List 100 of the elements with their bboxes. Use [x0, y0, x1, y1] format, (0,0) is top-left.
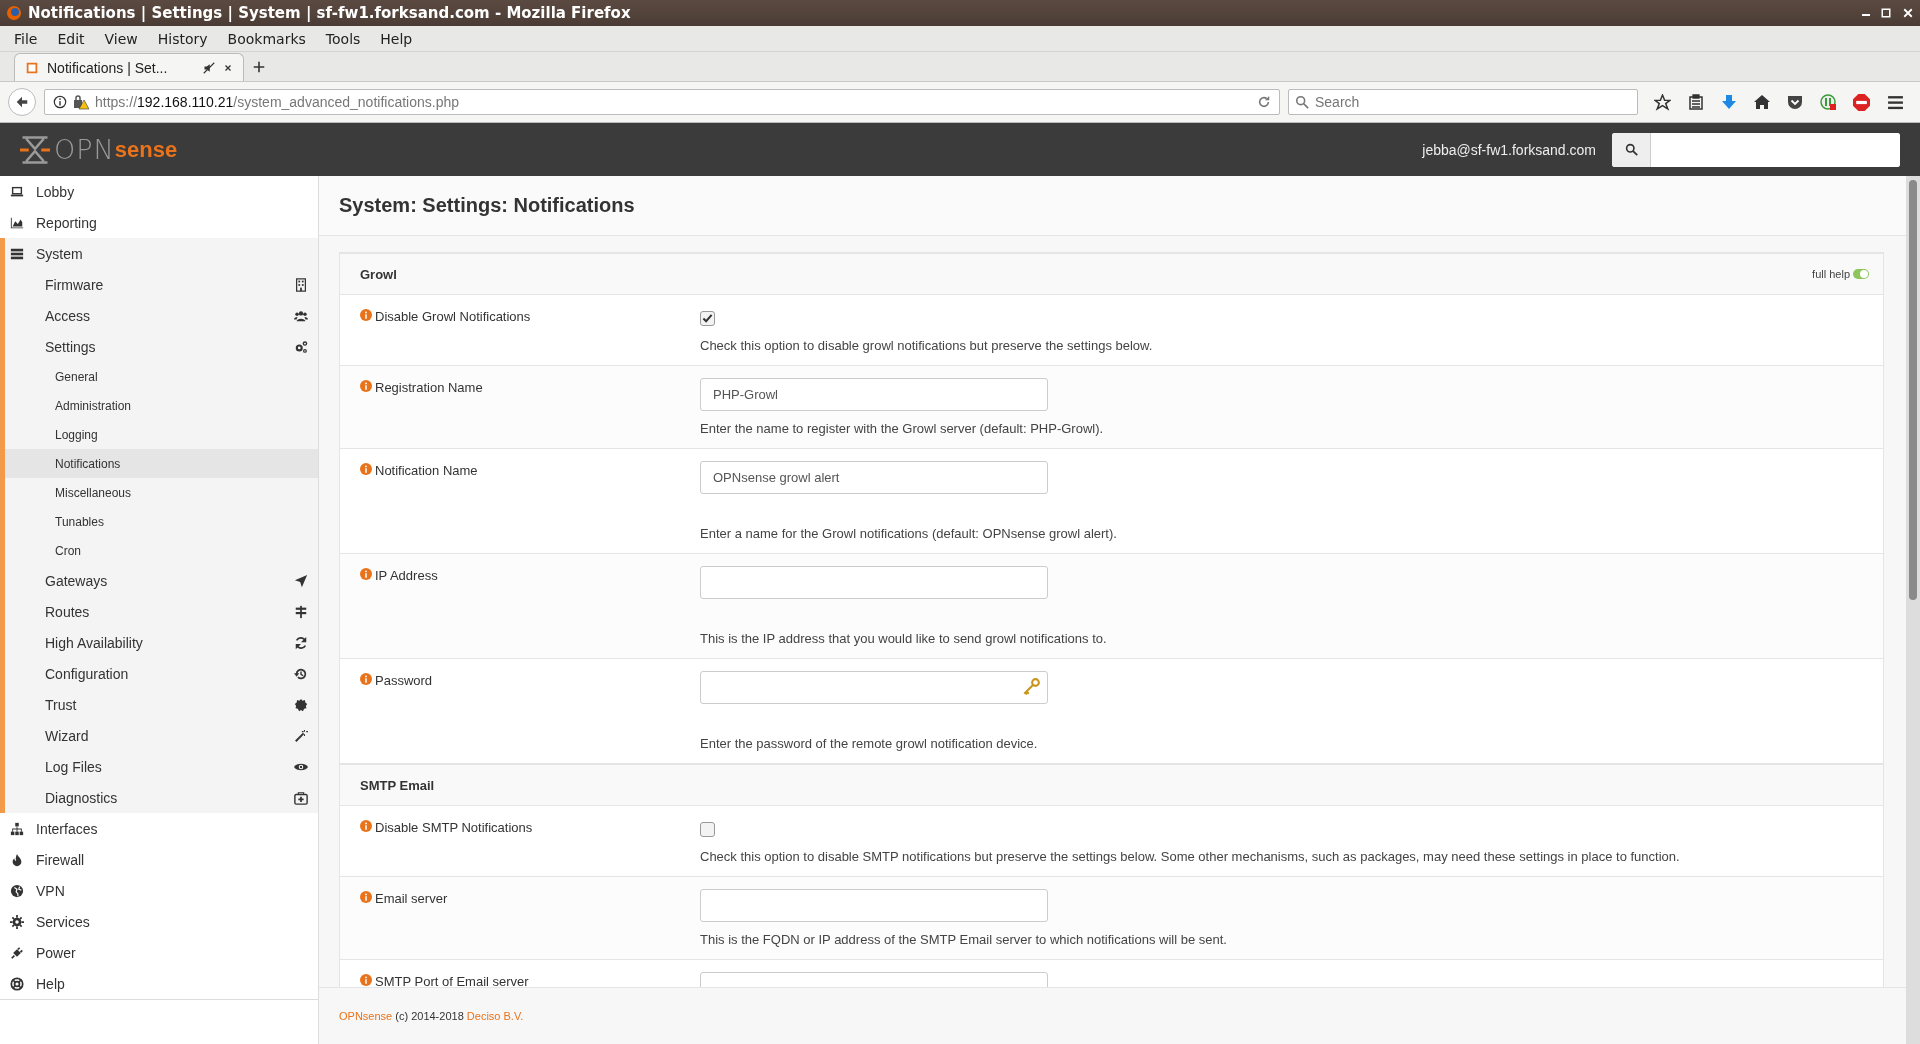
field-label: Disable Growl Notifications [375, 309, 531, 324]
url-text: https://192.168.110.21/system_advanced_notifications.php [95, 94, 460, 110]
laptop-icon [10, 184, 24, 199]
info-icon [360, 309, 372, 321]
sidebar-item[interactable]: Interfaces [0, 813, 318, 844]
info-icon [360, 463, 372, 475]
menu-item[interactable]: Help [372, 28, 421, 49]
help-text: Check this option to disable growl notifications but preserve the settings below. [700, 338, 1153, 353]
text-field[interactable] [700, 566, 1048, 599]
field-label: Email server [375, 891, 448, 906]
close-icon [223, 62, 233, 73]
sidebar-item[interactable]: VPN [0, 875, 318, 906]
help-text: Check this option to disable SMTP notifications but preserve the settings below. Some other mechanisms, such as packages, may need these settings in place to function. [700, 849, 1680, 864]
browser-tab[interactable]: Notifications | Set... [14, 53, 244, 81]
new-tab-icon [252, 60, 266, 74]
search-button[interactable] [1612, 132, 1651, 167]
sidebar-item[interactable]: Trust [5, 689, 318, 720]
refresh-icon [294, 635, 308, 650]
search-input[interactable]: Search [1315, 91, 1631, 113]
home-icon [1754, 94, 1770, 110]
back-button[interactable] [8, 88, 36, 116]
sidebar-item[interactable]: Administration [5, 391, 318, 420]
key-icon [1022, 678, 1040, 696]
wand-icon [294, 728, 308, 743]
clipboard-list-icon [1688, 94, 1704, 110]
scrollbar[interactable] [1906, 176, 1920, 1044]
search-icon [1295, 95, 1309, 109]
text-field[interactable]: PHP-Growl [700, 378, 1048, 411]
field-label: SMTP Port of Email server [375, 974, 529, 987]
field-label: IP Address [375, 568, 438, 583]
sidebar-item[interactable]: Gateways [5, 565, 318, 596]
text-field[interactable]: OPNsense growl alert [700, 461, 1048, 494]
star-icon [1654, 93, 1671, 111]
checkbox[interactable] [700, 311, 715, 326]
opnsense-logo[interactable]: OPN sense [20, 134, 1423, 165]
text-field[interactable] [700, 889, 1048, 922]
search-field[interactable]: Search [1288, 89, 1638, 115]
sidebar-item[interactable]: Access [5, 300, 318, 331]
checkbox[interactable] [700, 822, 715, 837]
full-help-label: full help [1812, 268, 1850, 280]
help-text: Enter the name to register with the Growl server (default: PHP-Growl). [700, 421, 1104, 436]
sidebar-item[interactable]: Reporting [0, 207, 318, 238]
signpost-icon [294, 604, 308, 619]
info-icon [360, 673, 372, 685]
sidebar-item[interactable]: Notifications [5, 449, 318, 478]
favicon-icon [25, 60, 39, 75]
info-icon [53, 95, 67, 109]
menu-item[interactable]: History [149, 28, 216, 49]
menu-item[interactable]: View [96, 28, 146, 49]
sidebar-item[interactable]: High Availability [5, 627, 318, 658]
search-icon [1624, 143, 1638, 156]
sidebar-item[interactable]: Tunables [5, 507, 318, 536]
sidebar-item[interactable]: Help [0, 968, 318, 999]
menu-item[interactable]: Bookmarks [219, 28, 314, 49]
sidebar-item[interactable]: Routes [5, 596, 318, 627]
field-label: Password [375, 673, 433, 688]
sidebar-item[interactable]: Logging [5, 420, 318, 449]
close-icon [1902, 7, 1914, 19]
maximize-icon [1880, 7, 1892, 19]
password-field[interactable] [700, 671, 1048, 704]
full-help-toggle[interactable] [1853, 269, 1869, 279]
area-chart-icon [10, 215, 24, 230]
sidebar-item[interactable]: General [5, 362, 318, 391]
download-icon [1721, 94, 1737, 110]
help-text: This is the FQDN or IP address of the SMTP Email server to which notifications will be sent. [700, 932, 1227, 947]
sidebar-item[interactable]: Wizard [5, 720, 318, 751]
building-icon [294, 277, 308, 292]
users-icon [294, 308, 308, 323]
sidebar-item[interactable]: System [5, 238, 318, 269]
info-icon [360, 891, 372, 903]
sidebar-item[interactable]: Log Files [5, 751, 318, 782]
sidebar-item[interactable]: Cron [5, 536, 318, 565]
sidebar-item[interactable]: Miscellaneous [5, 478, 318, 507]
sidebar-item[interactable]: Firmware [5, 269, 318, 300]
help-text: Enter the password of the remote growl notification device. [700, 736, 1039, 751]
help-text: Enter a name for the Growl notifications (default: OPNsense growl alert). [700, 526, 1117, 541]
menu-icon [1887, 93, 1904, 111]
extension-icon [1820, 94, 1836, 110]
flame-icon [10, 852, 24, 867]
warning-lock-icon [73, 94, 89, 110]
menu-item[interactable]: Tools [317, 28, 369, 49]
address-bar[interactable]: https://192.168.110.21/system_advanced_notifications.php [44, 89, 1280, 115]
menu-item[interactable]: File [6, 28, 46, 49]
field-label: Disable SMTP Notifications [375, 820, 533, 835]
arrow-left-icon [15, 95, 29, 109]
sidebar-item[interactable]: Services [0, 906, 318, 937]
copyright-text: OPNsense (c) 2014-2018 Deciso B.V. [339, 1010, 524, 1022]
help-text: This is the IP address that you would like to send growl notifications to. [700, 631, 1107, 646]
menu-item[interactable]: Edit [49, 28, 93, 49]
sidebar-item[interactable]: Firewall [0, 844, 318, 875]
sidebar-item[interactable]: Lobby [0, 176, 318, 207]
gears-icon [294, 339, 308, 354]
window-title: Notifications | Settings | System | sf-fw1.forksand.com - Mozilla Firefox [28, 4, 632, 22]
plug-icon [10, 945, 24, 960]
sidebar-item[interactable]: Diagnostics [5, 782, 318, 813]
sidebar-item[interactable]: Configuration [5, 658, 318, 689]
field-label: Notification Name [375, 463, 478, 478]
sidebar-item[interactable]: Settings [5, 331, 318, 362]
sidebar-item[interactable]: Power [0, 937, 318, 968]
user-name[interactable]: jebba@sf-fw1.forksand.com [1422, 141, 1596, 158]
